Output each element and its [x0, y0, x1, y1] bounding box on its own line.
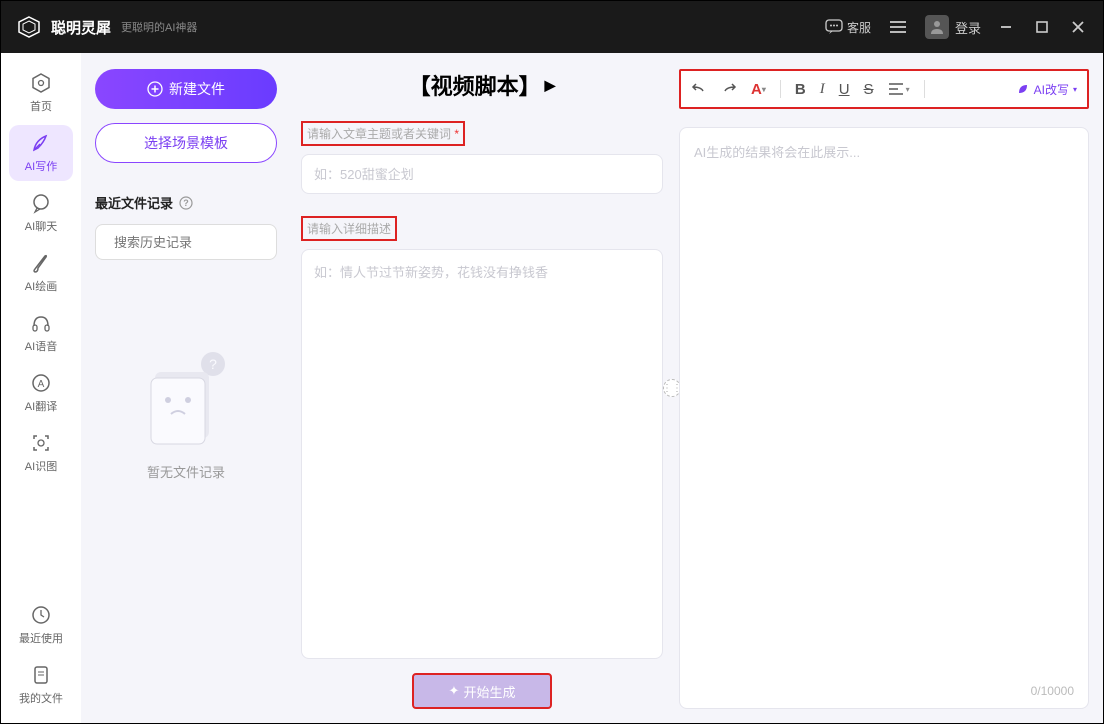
leaf-icon — [1016, 82, 1030, 96]
nav-ai-image-recognition[interactable]: AI识图 — [9, 425, 73, 481]
svg-text:A: A — [38, 379, 45, 390]
output-textarea[interactable]: AI生成的结果将会在此展示... 0/10000 — [679, 127, 1089, 709]
play-icon: ▶ — [545, 77, 556, 94]
underline-button[interactable]: U — [839, 81, 850, 98]
file-icon — [30, 664, 52, 686]
search-box[interactable] — [95, 224, 277, 260]
redo-button[interactable] — [721, 81, 737, 97]
align-button[interactable]: ▾ — [888, 82, 910, 96]
brush-icon — [30, 252, 52, 274]
image-scan-icon — [30, 432, 52, 454]
feather-icon — [30, 132, 52, 154]
translate-icon: A — [30, 372, 52, 394]
nav-label: AI语音 — [25, 338, 57, 354]
nav-label: AI翻译 — [25, 398, 57, 414]
description-textarea[interactable] — [301, 249, 663, 659]
titlebar: 聪明灵犀 更聪明的AI神器 客服 登录 — [1, 1, 1103, 53]
format-toolbar: A▾ B I U S ▾ AI改写 ▾ — [679, 69, 1089, 109]
output-panel: ⋮⋮ A▾ B I U S ▾ AI改写 ▾ AI生成的结果将会在此展示... — [673, 53, 1103, 723]
nav-ai-painting[interactable]: AI绘画 — [9, 245, 73, 301]
search-input[interactable] — [114, 235, 290, 250]
window-minimize-button[interactable] — [999, 20, 1017, 34]
plus-circle-icon — [147, 81, 163, 97]
strikethrough-button[interactable]: S — [864, 81, 874, 98]
nav-label: 最近使用 — [19, 630, 63, 646]
empty-text: 暂无文件记录 — [147, 462, 225, 481]
nav-label: 首页 — [30, 98, 52, 114]
description-label: 请输入详细描述 — [301, 216, 397, 241]
choose-template-button[interactable]: 选择场景模板 — [95, 123, 277, 163]
generate-button[interactable]: ✦ 开始生成 — [412, 673, 552, 709]
ai-rewrite-button[interactable]: AI改写 ▾ — [1016, 81, 1077, 98]
nav-label: AI写作 — [25, 158, 57, 174]
help-icon[interactable]: ? — [179, 196, 193, 210]
nav-recent[interactable]: 最近使用 — [9, 597, 73, 653]
nav-label: AI绘画 — [25, 278, 57, 294]
char-count: 0/10000 — [1031, 684, 1074, 698]
output-placeholder: AI生成的结果将会在此展示... — [694, 145, 860, 160]
nav-ai-chat[interactable]: AI聊天 — [9, 185, 73, 241]
new-file-label: 新建文件 — [169, 79, 225, 99]
svg-text:?: ? — [183, 198, 189, 208]
nav-my-files[interactable]: 我的文件 — [9, 657, 73, 713]
headphone-icon — [30, 312, 52, 334]
svg-text:?: ? — [209, 356, 217, 372]
empty-files-icon: ? — [141, 350, 231, 450]
new-file-button[interactable]: 新建文件 — [95, 69, 277, 109]
nav-label: 我的文件 — [19, 690, 63, 706]
sparkle-icon: ✦ — [449, 683, 460, 699]
app-subtitle: 更聪明的AI神器 — [121, 19, 197, 35]
hamburger-menu-icon[interactable] — [889, 20, 907, 34]
nav-home[interactable]: 首页 — [9, 65, 73, 121]
topic-label: 请输入文章主题或者关键词 * — [301, 121, 465, 146]
generate-label: 开始生成 — [463, 682, 515, 701]
ai-rewrite-label: AI改写 — [1034, 81, 1069, 98]
undo-button[interactable] — [691, 81, 707, 97]
nav-label: AI聊天 — [25, 218, 57, 234]
customer-service-label: 客服 — [847, 19, 871, 36]
app-name: 聪明灵犀 — [51, 17, 111, 38]
bold-button[interactable]: B — [795, 81, 806, 98]
page-title: 【视频脚本】 ▶ — [301, 69, 663, 101]
choose-template-label: 选择场景模板 — [144, 133, 228, 153]
clock-icon — [30, 604, 52, 626]
login-label: 登录 — [955, 18, 981, 37]
window-close-button[interactable] — [1071, 20, 1089, 34]
file-panel: 新建文件 选择场景模板 最近文件记录 ? ? — [81, 53, 291, 723]
avatar-icon — [925, 15, 949, 39]
nav-ai-writing[interactable]: AI写作 — [9, 125, 73, 181]
editor-panel: 【视频脚本】 ▶ 请输入文章主题或者关键词 * 请输入详细描述 ✦ 开始生成 — [291, 53, 673, 723]
customer-service-button[interactable]: 客服 — [825, 19, 871, 36]
app-logo-icon — [15, 13, 43, 41]
nav-ai-voice[interactable]: AI语音 — [9, 305, 73, 361]
hexagon-icon — [30, 72, 52, 94]
sidebar: 首页 AI写作 AI聊天 AI绘画 AI语音 A AI翻译 AI识图 — [1, 53, 81, 723]
topic-input[interactable] — [301, 154, 663, 194]
nav-label: AI识图 — [25, 458, 57, 474]
font-color-button[interactable]: A▾ — [751, 81, 766, 98]
recent-files-title: 最近文件记录 ? — [95, 193, 277, 212]
login-button[interactable]: 登录 — [925, 15, 981, 39]
window-maximize-button[interactable] — [1035, 20, 1053, 34]
italic-button[interactable]: I — [820, 81, 825, 98]
empty-state: ? 暂无文件记录 — [95, 350, 277, 481]
nav-ai-translate[interactable]: A AI翻译 — [9, 365, 73, 421]
chat-icon — [30, 192, 52, 214]
